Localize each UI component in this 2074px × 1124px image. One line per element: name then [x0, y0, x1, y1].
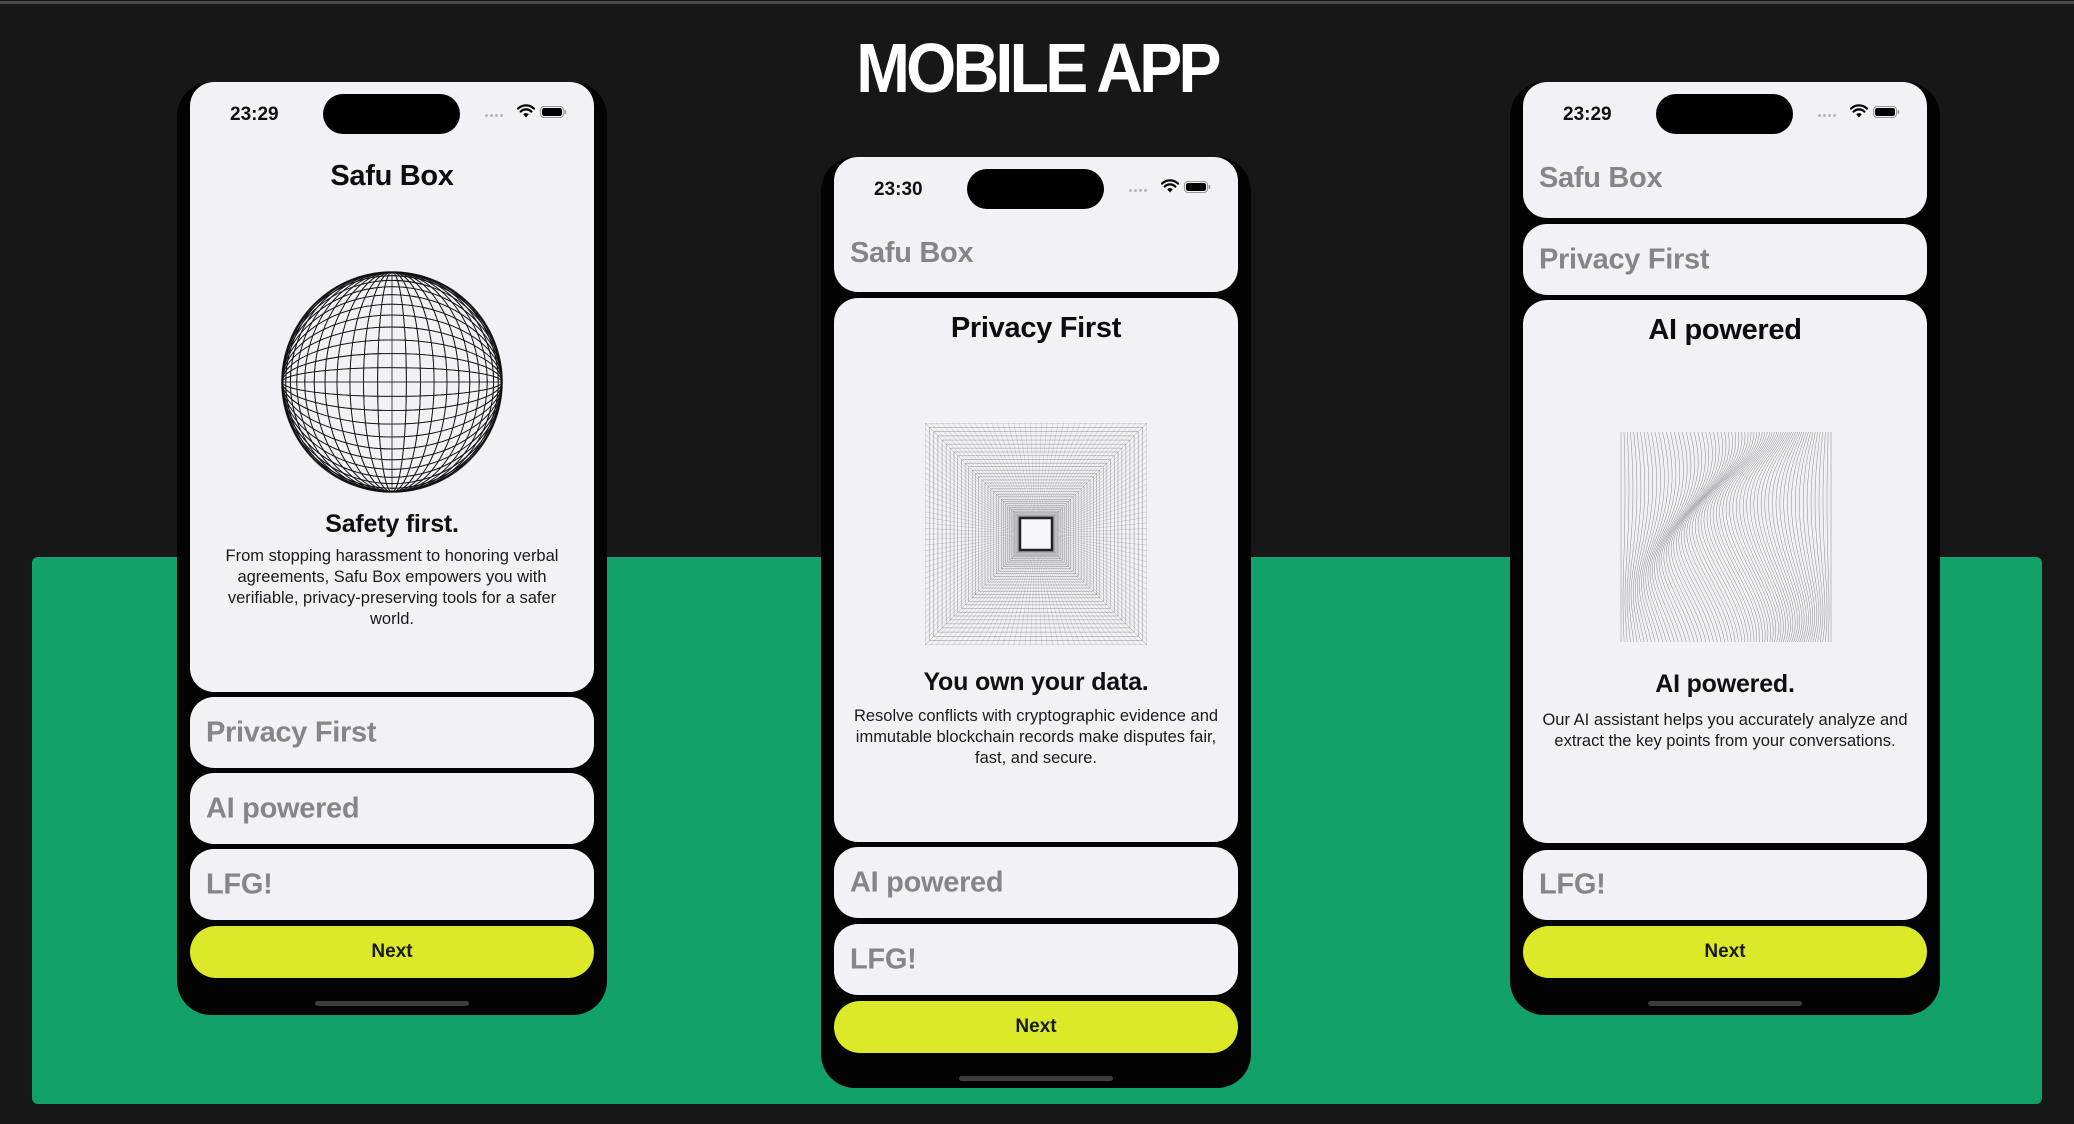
phone-mockup-privacy: 23:30 Safu Box Privacy First You own you…	[821, 157, 1251, 1088]
dynamic-island	[967, 169, 1104, 209]
section-title: AI powered	[1648, 314, 1802, 346]
section-label: LFG!	[1539, 868, 1606, 901]
wifi-icon	[1161, 179, 1179, 193]
battery-icon	[540, 106, 567, 118]
signal-dots-icon	[1129, 189, 1147, 192]
section-description: Resolve conflicts with cryptographic evi…	[853, 707, 1219, 767]
section-card-lfg[interactable]: LFG!	[834, 924, 1238, 995]
phone-mockup-ai: 23:29 Safu Box Privacy First AI powered …	[1510, 82, 1940, 1015]
dynamic-island	[323, 94, 460, 134]
section-label: AI powered	[206, 792, 360, 824]
wavy-surface-illustration	[1620, 431, 1832, 643]
signal-dots-icon	[1818, 114, 1836, 117]
section-card-ai-powered[interactable]: AI powered	[190, 773, 594, 844]
battery-icon	[1184, 181, 1211, 193]
section-card-lfg[interactable]: LFG!	[1523, 850, 1927, 920]
wifi-icon	[517, 104, 535, 118]
home-indicator	[1648, 1001, 1802, 1006]
section-card-safu-box[interactable]: 23:29 Safu Box	[1523, 82, 1927, 218]
status-bar: 23:29	[1523, 82, 1927, 142]
section-label: AI powered	[850, 866, 1004, 898]
section-label: Privacy First	[206, 716, 377, 748]
next-button[interactable]: Next	[834, 1001, 1238, 1053]
next-button[interactable]: Next	[190, 926, 594, 978]
section-card-ai-powered[interactable]: AI powered	[834, 847, 1238, 918]
section-title: Privacy First	[950, 312, 1122, 344]
section-label: LFG!	[206, 868, 273, 900]
section-card-lfg[interactable]: LFG!	[190, 849, 594, 920]
battery-icon	[1873, 106, 1900, 118]
section-card-privacy-first[interactable]: Privacy First	[1523, 224, 1927, 295]
status-bar: 23:29	[190, 82, 594, 142]
section-label: Safu Box	[850, 237, 974, 269]
section-card-privacy-first-expanded: Privacy First You own your data. Resolve…	[834, 298, 1238, 842]
home-indicator	[315, 1001, 469, 1006]
section-title: Safu Box	[330, 160, 454, 192]
home-indicator	[959, 1076, 1113, 1081]
status-time: 23:29	[1563, 104, 1612, 125]
section-headline: You own your data.	[923, 668, 1149, 696]
phone-mockup-safety: 23:29 Safu Box Safety first. From stoppi…	[177, 82, 607, 1015]
signal-dots-icon	[485, 114, 503, 117]
next-button[interactable]: Next	[1523, 926, 1927, 978]
section-description: From stopping harassment to honoring ver…	[225, 547, 559, 628]
status-time: 23:30	[874, 179, 923, 200]
section-card-privacy-first[interactable]: Privacy First	[190, 697, 594, 768]
section-label: LFG!	[850, 943, 917, 975]
section-card-safu-box[interactable]: 23:30 Safu Box	[834, 157, 1238, 292]
section-description: Our AI assistant helps you accurately an…	[1542, 711, 1908, 750]
section-label: Safu Box	[1539, 162, 1663, 194]
status-bar: 23:30	[834, 157, 1238, 217]
wifi-icon	[1850, 104, 1868, 118]
section-card-ai-powered-expanded: AI powered AI powered. Our AI assistant …	[1523, 300, 1927, 843]
top-divider	[0, 1, 2074, 4]
section-card-safu-box-expanded: 23:29 Safu Box Safety first. From stoppi…	[190, 82, 594, 692]
section-label: Privacy First	[1539, 243, 1710, 275]
status-time: 23:29	[230, 104, 279, 125]
dynamic-island	[1656, 94, 1793, 134]
square-tunnel-illustration	[925, 423, 1147, 645]
section-headline: AI powered.	[1655, 670, 1795, 698]
wireframe-sphere-illustration	[281, 271, 503, 493]
section-headline: Safety first.	[325, 510, 459, 538]
